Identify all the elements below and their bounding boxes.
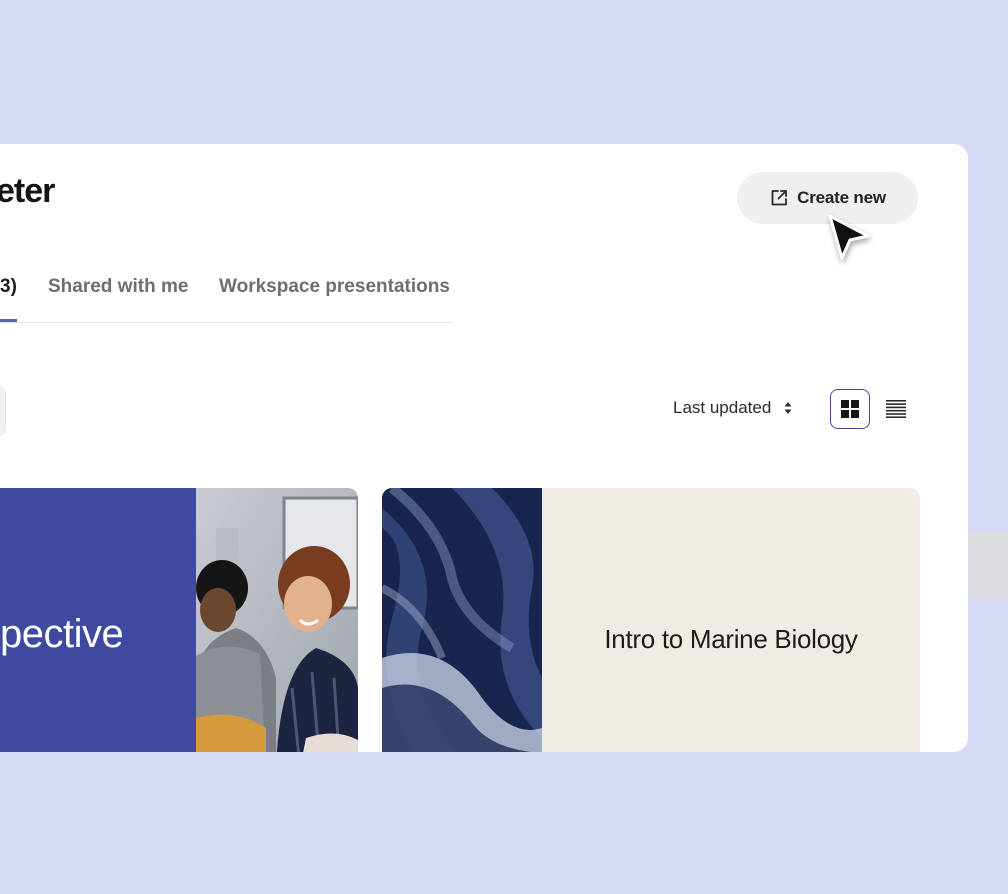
grid-view-button[interactable] [830,389,870,429]
sort-label: Last updated [673,398,772,417]
presentation-card[interactable]: Intro to Marine Biology [382,488,920,752]
background-panel [966,532,1008,600]
card-title: pective [0,612,124,656]
people-photo [196,488,358,752]
mouse-pointer-icon [826,212,872,262]
tab-workspace-presentations[interactable]: Workspace presentations [219,276,450,298]
search-input[interactable] [0,386,6,436]
sort-updown-icon [783,400,793,416]
tab-my-presentations[interactable]: 3) [0,276,17,298]
active-tab-indicator [0,319,17,322]
tab-shared-with-me[interactable]: Shared with me [48,276,188,298]
presentation-card[interactable]: pective [0,488,358,752]
list-view-icon [886,400,906,418]
create-new-label: Create new [797,188,886,207]
list-view-button[interactable] [885,398,907,420]
blue-texture [382,488,542,752]
grid-view-icon [841,400,859,418]
external-link-icon [769,188,789,208]
app-title: eter [0,172,55,210]
presentations-window: eter Create new 3) Shared with me Worksp… [0,144,968,752]
tab-bar: 3) Shared with me Workspace presentation… [0,262,453,323]
sort-dropdown[interactable]: Last updated [673,398,793,418]
card-title: Intro to Marine Biology [604,624,858,654]
